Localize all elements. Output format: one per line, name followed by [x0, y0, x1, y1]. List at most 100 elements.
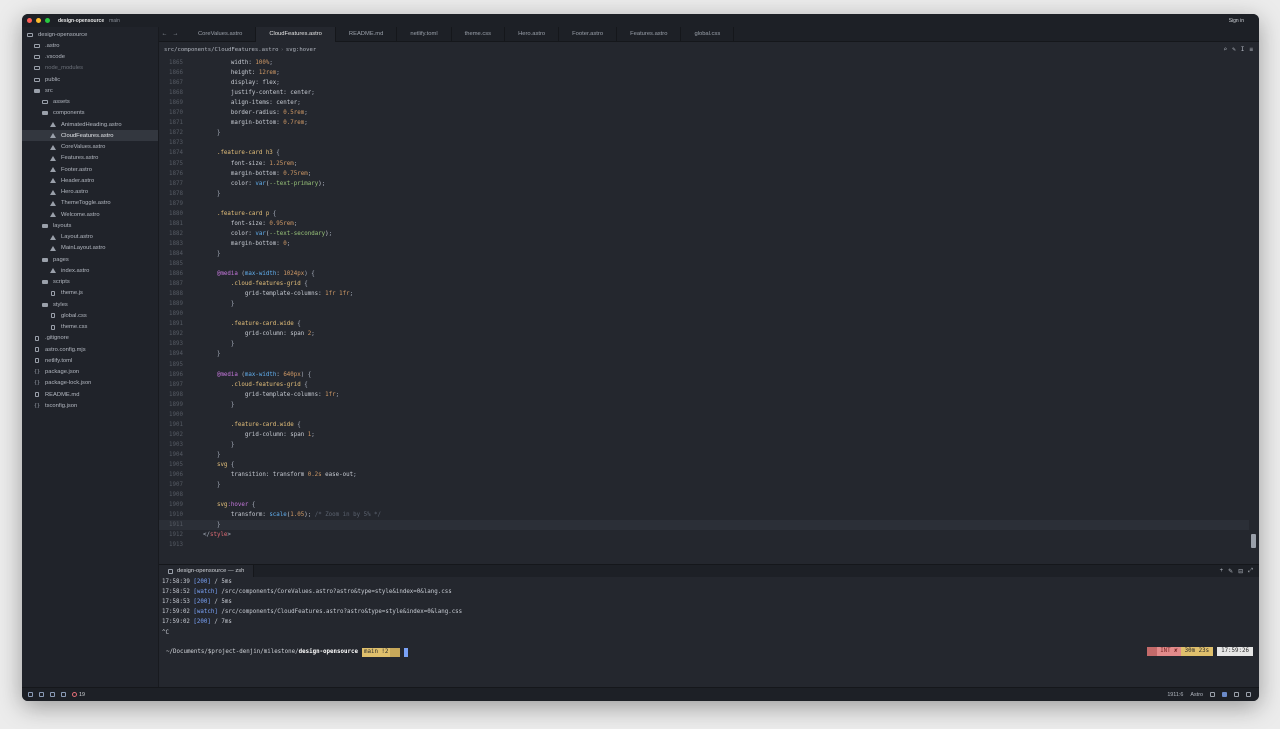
code-line[interactable]: 1908: [159, 490, 1249, 500]
sidebar-item[interactable]: theme.css: [22, 322, 158, 333]
sidebar-item[interactable]: Footer.astro: [22, 164, 158, 175]
code-line[interactable]: 1870 border-radius: 0.5rem;: [159, 108, 1249, 118]
sidebar-item[interactable]: .vscode: [22, 52, 158, 63]
sidebar-item[interactable]: global.css: [22, 310, 158, 321]
code-line[interactable]: 1889 }: [159, 299, 1249, 309]
collab-icon[interactable]: [61, 692, 66, 697]
code-editor[interactable]: 1913 1912 </style> 1911 } 1910 transform: s…: [159, 58, 1259, 556]
search-icon[interactable]: ⌕: [1224, 46, 1228, 53]
sidebar-item[interactable]: Header.astro: [22, 175, 158, 186]
code-line[interactable]: 1880 .feature-card p {: [159, 209, 1249, 219]
outline-icon[interactable]: [50, 692, 55, 697]
code-line[interactable]: 1899 }: [159, 400, 1249, 410]
code-line[interactable]: 1905 svg {: [159, 460, 1249, 470]
sidebar-item[interactable]: layouts: [22, 220, 158, 231]
sidebar-item[interactable]: {} package.json: [22, 367, 158, 378]
sidebar-item[interactable]: Features.astro: [22, 153, 158, 164]
code-line[interactable]: 1887 .cloud-features-grid {: [159, 279, 1249, 289]
code-line[interactable]: 1897 .cloud-features-grid {: [159, 380, 1249, 390]
code-line[interactable]: 1879: [159, 199, 1249, 209]
code-line[interactable]: 1885: [159, 259, 1249, 269]
sidebar-item[interactable]: Hero.astro: [22, 187, 158, 198]
sidebar-item[interactable]: {} package-lock.json: [22, 378, 158, 389]
sidebar-item[interactable]: ThemeToggle.astro: [22, 198, 158, 209]
assistant-icon[interactable]: [1222, 692, 1227, 697]
code-line[interactable]: 1907 }: [159, 480, 1249, 490]
code-line[interactable]: 1886 @media (max-width: 1024px) {: [159, 269, 1249, 279]
feedback-icon[interactable]: [1246, 692, 1251, 697]
sidebar-item[interactable]: AnimatedHeading.astro: [22, 119, 158, 130]
sidebar-item[interactable]: netlify.toml: [22, 355, 158, 366]
code-line[interactable]: 1872 }: [159, 128, 1249, 138]
editor-tab[interactable]: Hero.astro: [505, 26, 560, 42]
code-line[interactable]: 1894 }: [159, 349, 1249, 359]
git-branch-icon[interactable]: [39, 692, 44, 697]
sidebar-item[interactable]: MainLayout.astro: [22, 243, 158, 254]
code-line[interactable]: 1890: [159, 309, 1249, 319]
sidebar-item[interactable]: {} tsconfig.json: [22, 400, 158, 411]
code-line[interactable]: 1883 margin-bottom: 0;: [159, 239, 1249, 249]
sidebar-item[interactable]: design-opensource: [22, 29, 158, 40]
notebook-icon[interactable]: [1210, 692, 1215, 697]
editor-tab[interactable]: global.css: [681, 26, 735, 42]
panel-toggle-icon[interactable]: [28, 692, 33, 697]
settings-sliders-icon[interactable]: ≡: [1249, 46, 1253, 53]
code-line[interactable]: 1875 font-size: 1.25rem;: [159, 159, 1249, 169]
terminal-output[interactable]: ^C 17:59:02 [200] / 7ms 17:59:02 [watch] /…: [159, 577, 1259, 689]
editor-tab[interactable]: CoreValues.astro: [185, 26, 257, 42]
vertical-scrollbar[interactable]: [1251, 534, 1256, 548]
sidebar-item[interactable]: public: [22, 74, 158, 85]
breadcrumb[interactable]: src/components/CloudFeatures.astro › svg…: [159, 43, 1259, 56]
maximize-window-button[interactable]: [45, 18, 50, 23]
code-line[interactable]: 1912 </style>: [159, 530, 1249, 540]
minimize-window-button[interactable]: [36, 18, 41, 23]
sidebar-item[interactable]: README.md: [22, 389, 158, 400]
code-line[interactable]: 1911 }: [159, 520, 1249, 531]
sidebar-item[interactable]: assets: [22, 97, 158, 108]
code-line[interactable]: 1867 display: flex;: [159, 78, 1249, 88]
code-line[interactable]: 1892 grid-column: span 2;: [159, 329, 1249, 339]
sidebar-item[interactable]: .astro: [22, 40, 158, 51]
sidebar-item[interactable]: pages: [22, 254, 158, 265]
code-line[interactable]: 1898 grid-template-columns: 1fr;: [159, 390, 1249, 400]
code-line[interactable]: 1910 transform: scale(1.05); /* Zoom in …: [159, 510, 1249, 520]
bell-icon[interactable]: [1234, 692, 1239, 697]
code-line[interactable]: 1895: [159, 360, 1249, 370]
sidebar-item[interactable]: CoreValues.astro: [22, 142, 158, 153]
sidebar-item[interactable]: Welcome.astro: [22, 209, 158, 220]
code-line[interactable]: 1874 .feature-card h3 {: [159, 148, 1249, 158]
maximize-icon[interactable]: ⤢: [1248, 568, 1253, 575]
plus-icon[interactable]: +: [1220, 568, 1224, 575]
magic-icon[interactable]: ✎: [1232, 46, 1236, 53]
cursor-icon[interactable]: I: [1241, 46, 1245, 53]
sidebar-item[interactable]: astro.config.mjs: [22, 344, 158, 355]
code-line[interactable]: 1893 }: [159, 339, 1249, 349]
forward-arrow-icon[interactable]: →: [170, 31, 181, 37]
sidebar-item[interactable]: src: [22, 85, 158, 96]
code-line[interactable]: 1909 svg:hover {: [159, 500, 1249, 510]
sidebar-item[interactable]: CloudFeatures.astro: [22, 130, 158, 142]
code-line[interactable]: 1882 color: var(--text-secondary);: [159, 229, 1249, 239]
code-line[interactable]: 1871 margin-bottom: 0.7rem;: [159, 118, 1249, 128]
code-line[interactable]: 1877 color: var(--text-primary);: [159, 179, 1249, 189]
code-line[interactable]: 1901 .feature-card.wide {: [159, 420, 1249, 430]
sidebar-item[interactable]: styles: [22, 299, 158, 310]
code-line[interactable]: 1896 @media (max-width: 640px) {: [159, 370, 1249, 380]
project-name[interactable]: design-opensource: [58, 18, 104, 24]
code-line[interactable]: 1903 }: [159, 440, 1249, 450]
sidebar-item[interactable]: node_modules: [22, 63, 158, 74]
code-line[interactable]: 1888 grid-template-columns: 1fr 1fr;: [159, 289, 1249, 299]
code-line[interactable]: 1873: [159, 138, 1249, 148]
editor-tab[interactable]: README.md: [336, 26, 398, 42]
sidebar-item[interactable]: theme.js: [22, 288, 158, 299]
sidebar-item[interactable]: components: [22, 108, 158, 119]
close-window-button[interactable]: [27, 18, 32, 23]
editor-tab[interactable]: netlify.toml: [397, 26, 452, 42]
code-line[interactable]: 1884 }: [159, 249, 1249, 259]
cursor-position[interactable]: 1911:6: [1167, 692, 1183, 698]
split-icon[interactable]: ⊟: [1238, 568, 1243, 575]
code-line[interactable]: 1902 grid-column: span 1;: [159, 430, 1249, 440]
back-arrow-icon[interactable]: ←: [159, 31, 170, 37]
sidebar-item[interactable]: scripts: [22, 277, 158, 288]
code-line[interactable]: 1913: [159, 540, 1249, 550]
